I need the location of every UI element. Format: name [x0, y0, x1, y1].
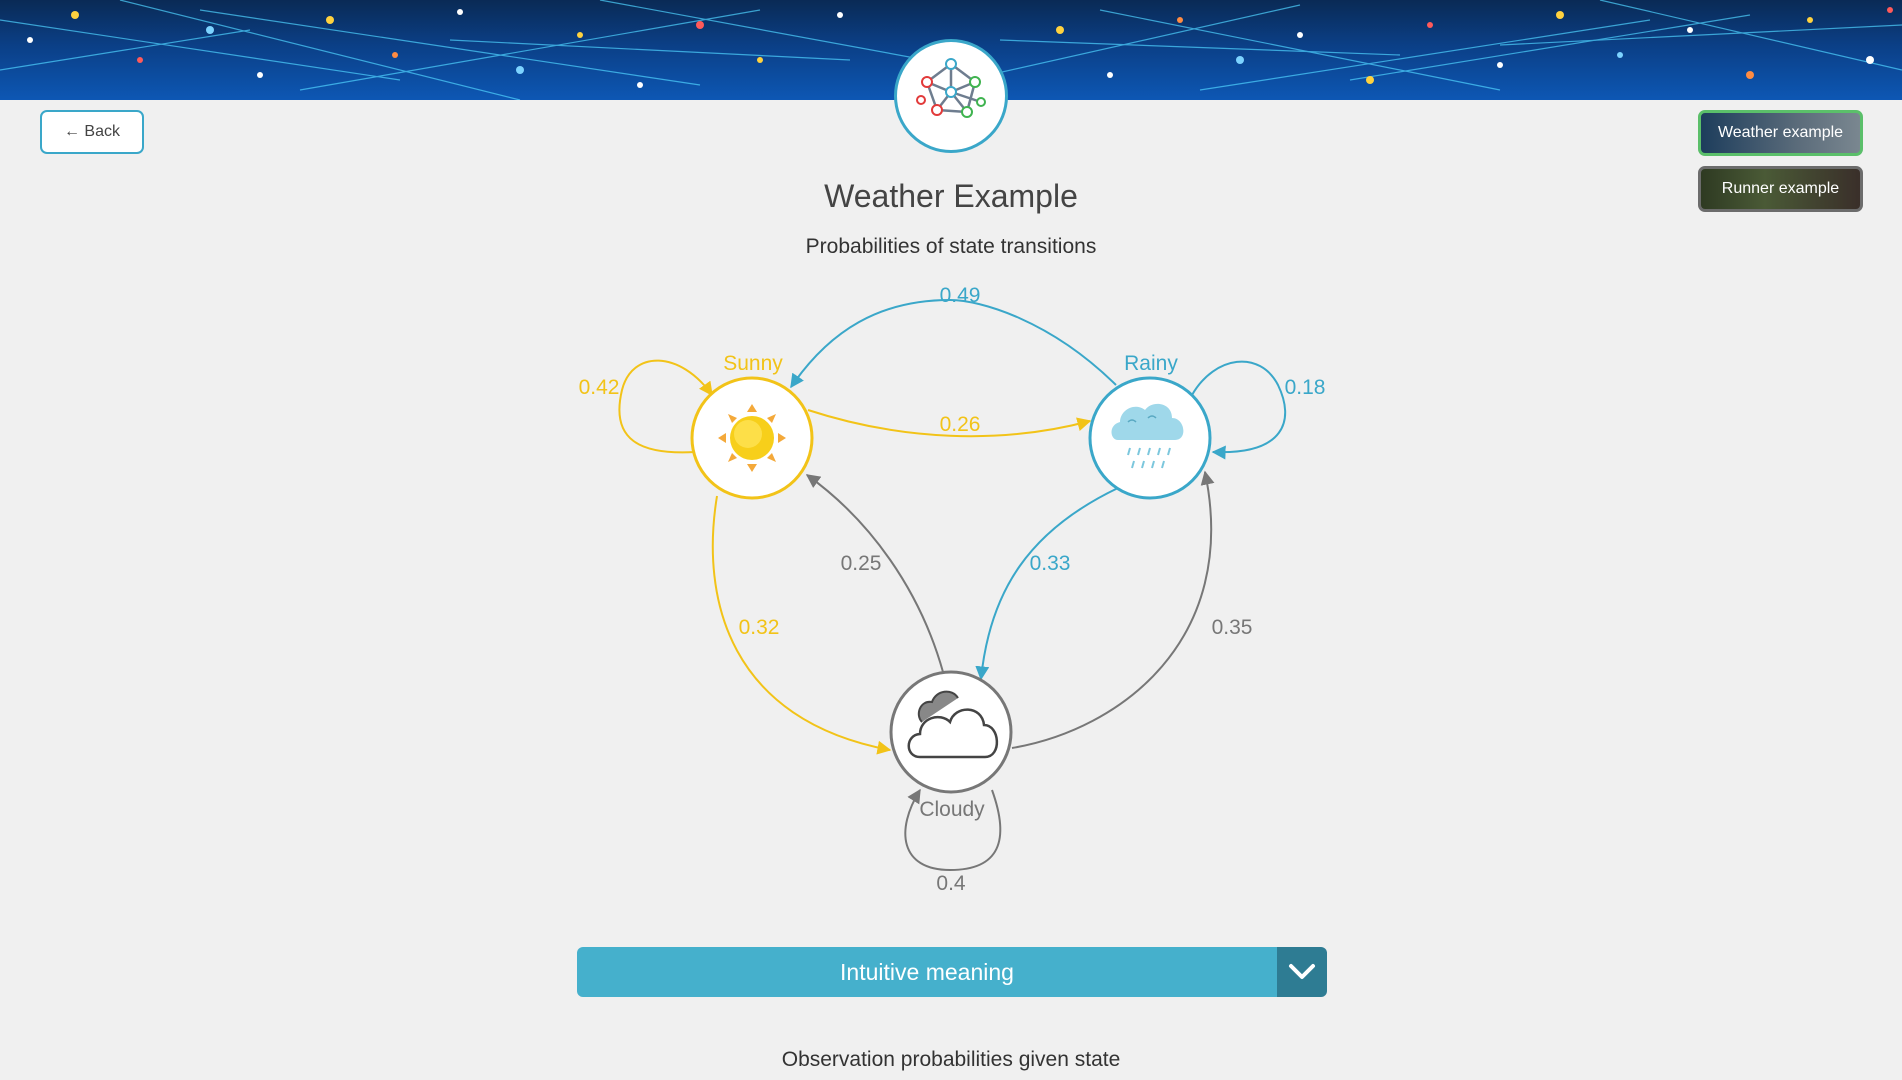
state-label-rainy: Rainy — [1124, 352, 1178, 375]
state-transition-diagram: Sunny Rainy Cloudy 0.42 0.26 0.32 0.49 0… — [579, 284, 1326, 895]
intuitive-meaning-accordion[interactable]: Intuitive meaning — [577, 947, 1327, 997]
accordion-label: Intuitive meaning — [577, 947, 1277, 997]
edge-rainy-to-sunny — [790, 298, 1117, 389]
edge-label-rainy-to-cloudy: 0.33 — [1030, 552, 1071, 575]
edge-label-sunny-to-rainy: 0.26 — [940, 413, 981, 436]
state-label-cloudy: Cloudy — [919, 798, 985, 821]
edge-label-rainy-to-sunny: 0.49 — [940, 284, 981, 307]
edge-label-sunny-to-sunny: 0.42 — [579, 376, 620, 399]
observation-section-heading: Observation probabilities given state — [781, 1048, 1121, 1071]
edge-rainy-to-cloudy — [975, 487, 1119, 681]
edge-label-cloudy-to-cloudy: 0.4 — [936, 872, 966, 895]
state-node-rainy — [1088, 376, 1212, 500]
state-node-sunny — [690, 376, 814, 500]
edge-cloudy-to-rainy — [1011, 470, 1215, 749]
edge-label-cloudy-to-sunny: 0.25 — [841, 552, 882, 575]
edge-label-rainy-to-rainy: 0.18 — [1285, 376, 1326, 399]
state-label-sunny: Sunny — [723, 352, 783, 375]
accordion-toggle-button[interactable] — [1277, 947, 1327, 997]
edge-label-cloudy-to-rainy: 0.35 — [1212, 616, 1253, 639]
state-node-cloudy — [889, 670, 1013, 794]
chevron-down-icon — [1289, 964, 1315, 979]
edge-label-sunny-to-cloudy: 0.32 — [739, 616, 780, 639]
